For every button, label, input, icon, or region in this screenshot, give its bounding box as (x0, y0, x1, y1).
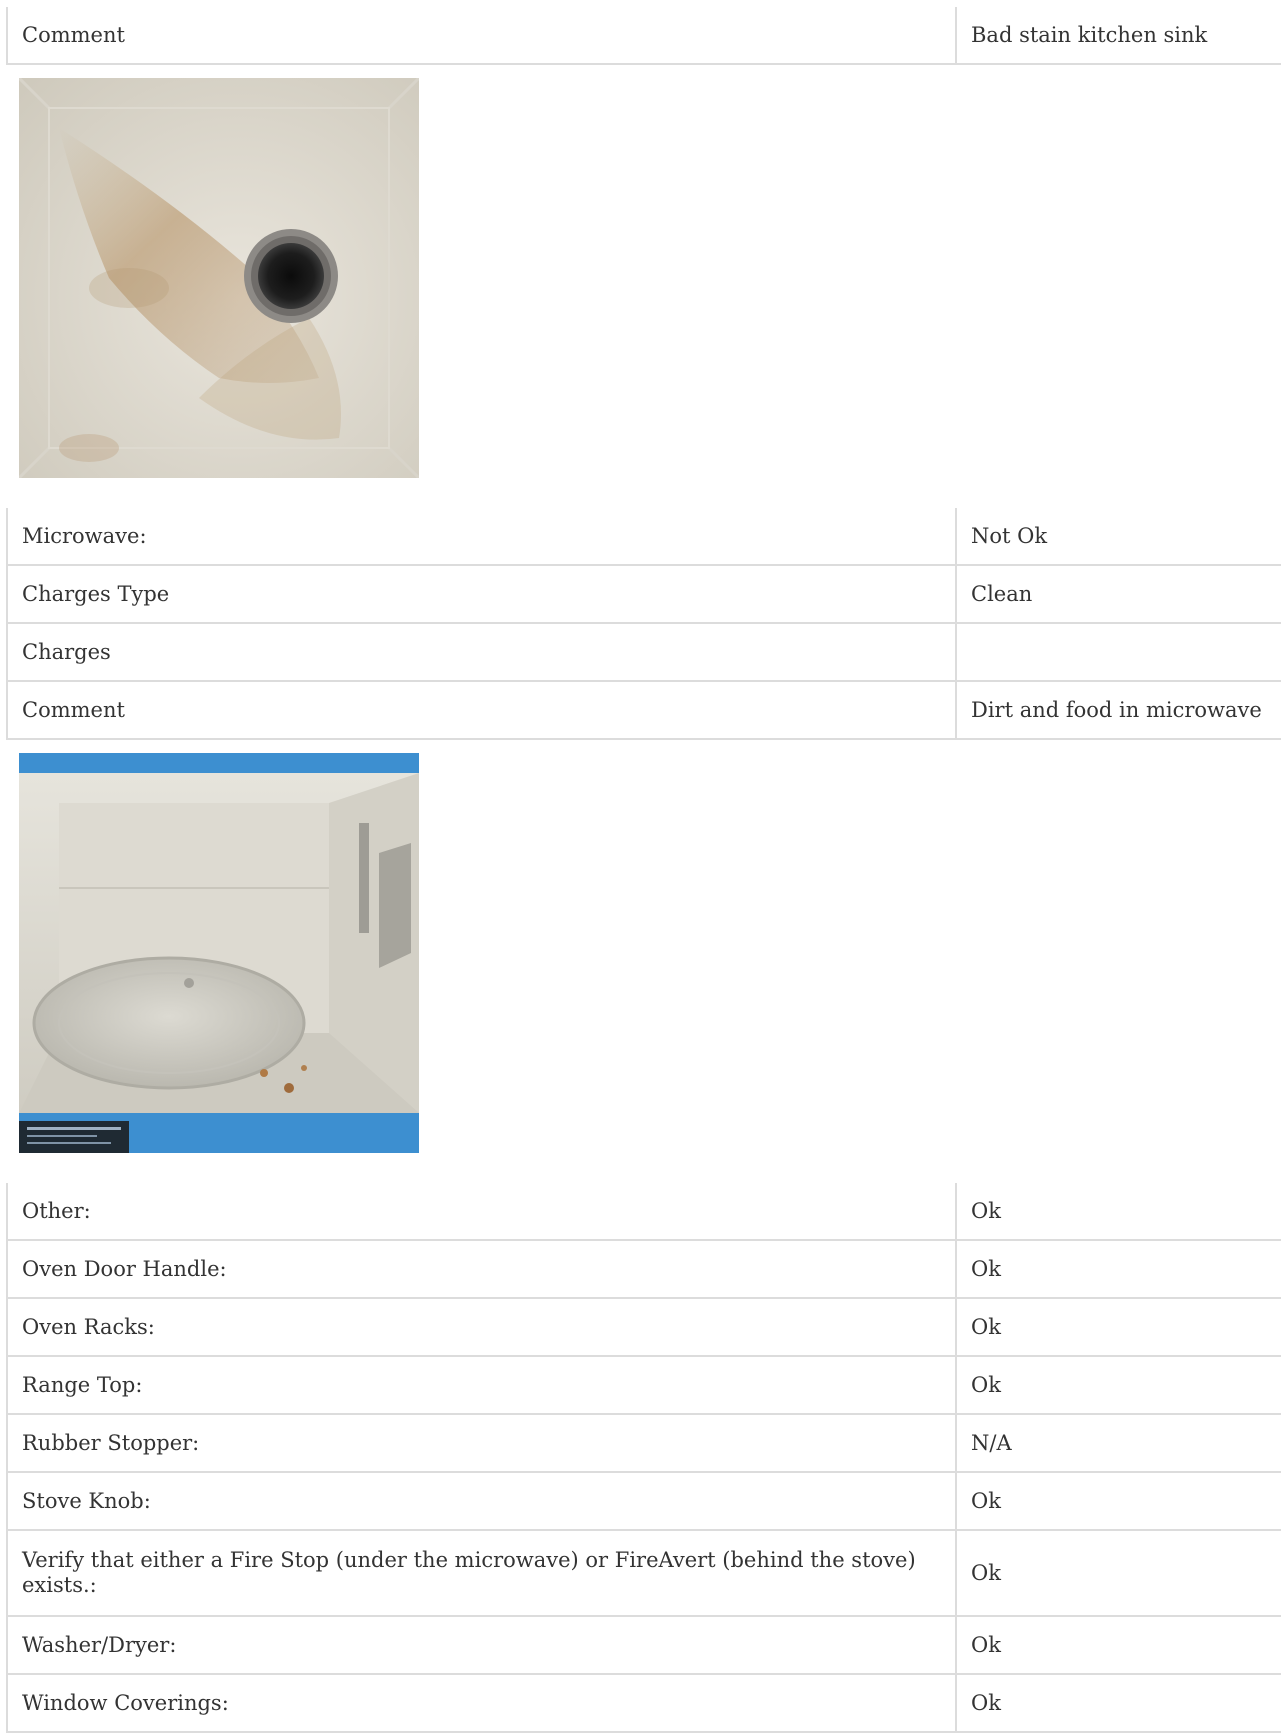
inspection-report: Comment Bad stain kitchen sink Microwave… (6, 7, 1281, 1733)
row-label: Rubber Stopper: (6, 1414, 956, 1473)
row-label: Stove Knob: (6, 1472, 956, 1531)
row-label: Comment (6, 681, 956, 740)
row-value: Ok (955, 1616, 1281, 1675)
table-row: Charges Type Clean (6, 565, 1281, 624)
table-row: Stove Knob: Ok (6, 1472, 1281, 1531)
microwave-table: Microwave: Not Ok Charges Type Clean Cha… (6, 508, 1281, 740)
row-label: Oven Racks: (6, 1298, 956, 1357)
checklist-table: Other: Ok Oven Door Handle: Ok Oven Rack… (6, 1183, 1281, 1733)
row-value: Bad stain kitchen sink (955, 7, 1281, 65)
table-row: Charges (6, 623, 1281, 682)
row-value: Ok (955, 1674, 1281, 1733)
row-label: Microwave: (6, 508, 956, 566)
table-row: Range Top: Ok (6, 1356, 1281, 1415)
row-value: Ok (955, 1356, 1281, 1415)
sink-photo-block (6, 65, 1281, 495)
row-label: Charges (6, 623, 956, 682)
table-row: Verify that either a Fire Stop (under th… (6, 1530, 1281, 1617)
microwave-photo-block (6, 740, 1281, 1170)
table-row: Window Coverings: Ok (6, 1674, 1281, 1733)
row-label: Washer/Dryer: (6, 1616, 956, 1675)
stained-kitchen-sink-photo[interactable] (19, 78, 419, 478)
microwave-interior-photo[interactable] (19, 753, 419, 1153)
table-row: Washer/Dryer: Ok (6, 1616, 1281, 1675)
table-row: Oven Racks: Ok (6, 1298, 1281, 1357)
row-value: N/A (955, 1414, 1281, 1473)
row-value: Ok (955, 1530, 1281, 1617)
sink-comment-table: Comment Bad stain kitchen sink (6, 7, 1281, 65)
table-row: Comment Dirt and food in microwave (6, 681, 1281, 740)
row-value: Ok (955, 1472, 1281, 1531)
row-label: Charges Type (6, 565, 956, 624)
row-label: Other: (6, 1183, 956, 1241)
row-label: Oven Door Handle: (6, 1240, 956, 1299)
row-value: Ok (955, 1298, 1281, 1357)
row-value (955, 623, 1281, 682)
row-value: Not Ok (955, 508, 1281, 566)
row-value: Clean (955, 565, 1281, 624)
row-value: Ok (955, 1240, 1281, 1299)
table-row: Microwave: Not Ok (6, 508, 1281, 566)
table-row: Other: Ok (6, 1183, 1281, 1241)
row-label: Comment (6, 7, 956, 65)
row-label: Verify that either a Fire Stop (under th… (6, 1530, 956, 1617)
row-label: Range Top: (6, 1356, 956, 1415)
row-value: Ok (955, 1183, 1281, 1241)
row-value: Dirt and food in microwave (955, 681, 1281, 740)
row-label: Window Coverings: (6, 1674, 956, 1733)
table-row: Oven Door Handle: Ok (6, 1240, 1281, 1299)
table-row: Rubber Stopper: N/A (6, 1414, 1281, 1473)
table-row: Comment Bad stain kitchen sink (6, 7, 1281, 65)
